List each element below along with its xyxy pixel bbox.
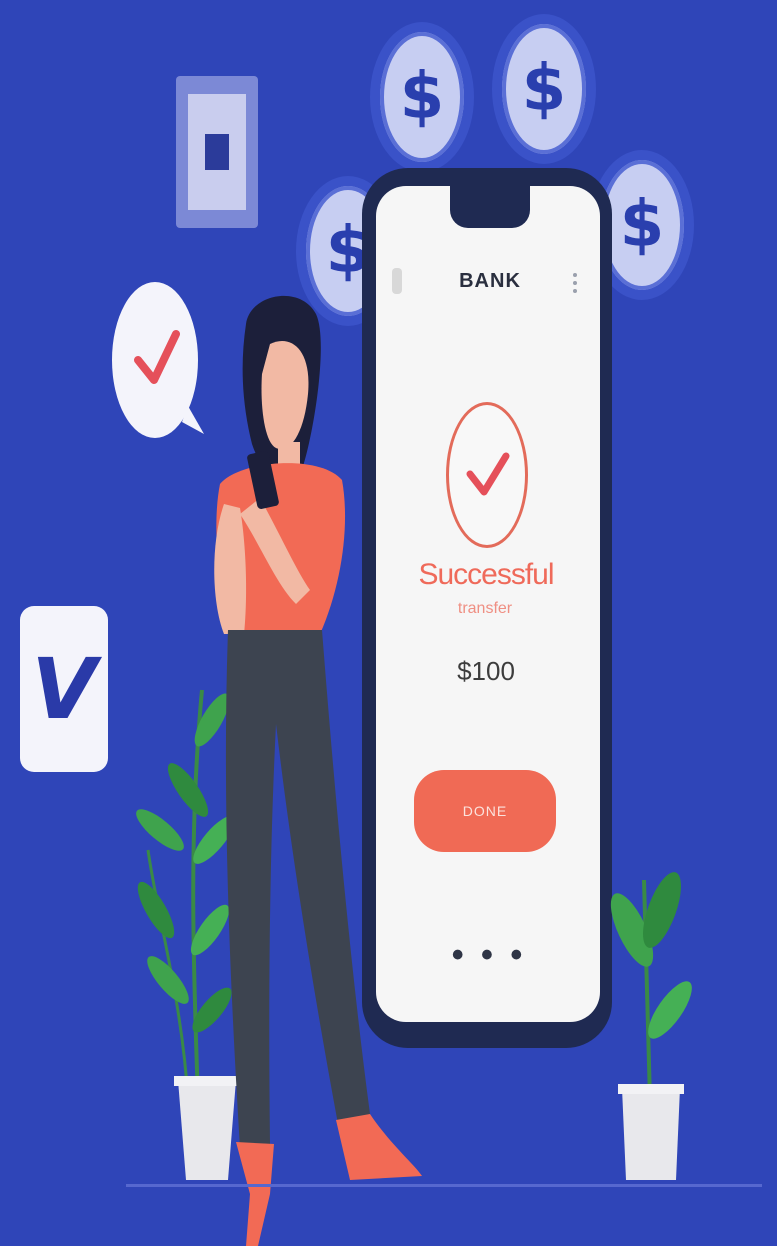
dollar-coin-icon: $: [370, 22, 474, 172]
menu-icon-dot: [573, 289, 577, 293]
status-subtitle: transfer: [457, 600, 513, 617]
status-title: Successful: [418, 558, 554, 591]
success-check-icon: [466, 452, 510, 496]
venmo-logo-icon: V: [31, 640, 97, 738]
bank-header-title: BANK: [459, 270, 521, 292]
illustration-scene: $ $ $ $ V BANK Successful transfer $100 …: [0, 0, 777, 1246]
transfer-amount: $100: [457, 656, 515, 686]
dollar-coin-icon: $: [492, 14, 596, 164]
done-button[interactable]: DONE: [414, 770, 556, 852]
page-indicator: • • •: [451, 936, 527, 974]
menu-icon-dot: [573, 281, 577, 285]
dollar-sign: $: [399, 60, 445, 134]
phone-notch: [450, 176, 530, 228]
dollar-sign: $: [619, 188, 665, 262]
picture-frame-square: [205, 134, 229, 170]
venmo-card: V: [20, 606, 108, 772]
plant-right: [610, 872, 692, 1180]
woman-figure: [214, 295, 422, 1246]
check-bubble-icon: [134, 330, 204, 434]
floor-line: [126, 1184, 762, 1187]
dollar-sign: $: [521, 52, 567, 126]
menu-icon[interactable]: [573, 273, 577, 277]
